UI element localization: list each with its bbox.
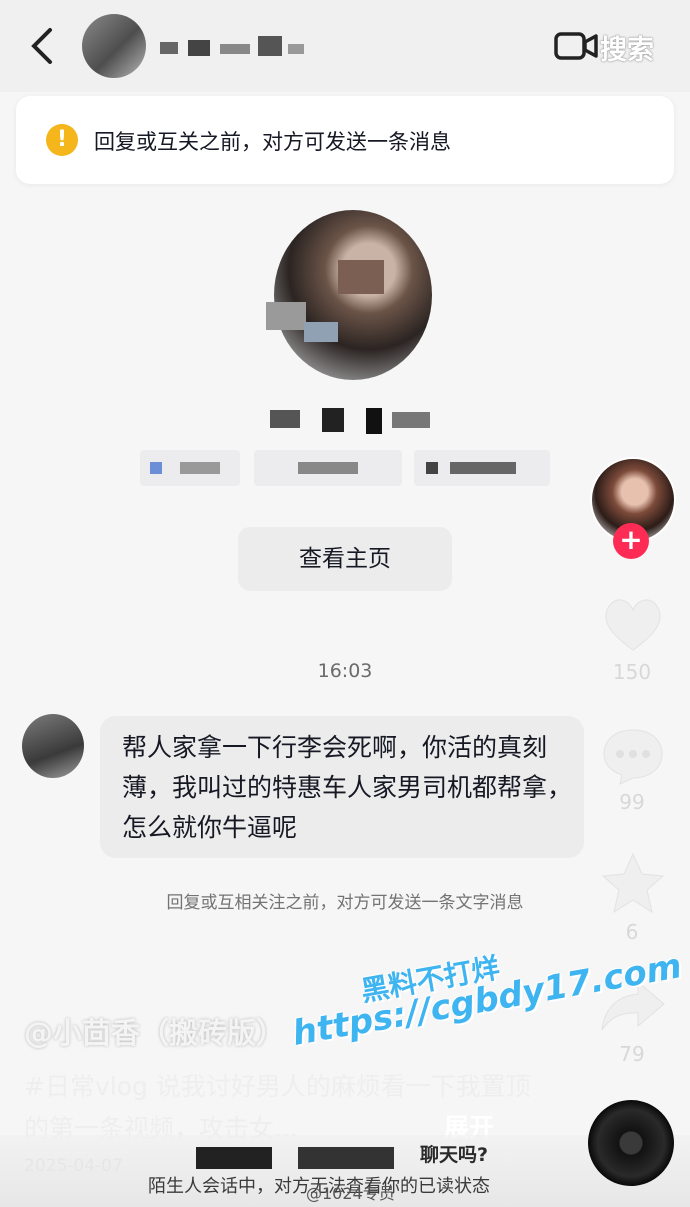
like-heart-icon[interactable] xyxy=(600,594,666,654)
reply-limit-notice: 回复或互相关注之前，对方可发送一条文字消息 xyxy=(166,893,524,913)
video-call-icon[interactable] xyxy=(554,30,598,62)
profile-tag-redacted xyxy=(414,450,550,486)
weibo-watermark: @1024专员 xyxy=(306,1184,395,1203)
profile-avatar[interactable] xyxy=(266,210,432,380)
message-text: 帮人家拿一下行李会死啊，你活的真刻薄，我叫过的特惠车人家男司机都帮拿，怎么就你牛… xyxy=(122,733,573,842)
banner-text: 回复或互关之前，对方可发送一条消息 xyxy=(94,130,451,154)
profile-tag-redacted xyxy=(254,450,402,486)
music-disc-icon[interactable] xyxy=(588,1100,674,1186)
video-author[interactable]: @小茴香（搬砖版） xyxy=(24,1010,285,1052)
sender-avatar[interactable] xyxy=(22,714,84,778)
message-limit-banner: ! 回复或互关之前，对方可发送一条消息 xyxy=(16,96,674,184)
search-link[interactable]: 搜索 xyxy=(600,28,654,67)
message-timestamp: 16:03 xyxy=(317,660,373,682)
warning-icon: ! xyxy=(46,124,78,156)
profile-tag-redacted xyxy=(140,450,240,486)
share-count: 79 xyxy=(619,1042,645,1066)
comment-bubble-icon[interactable] xyxy=(600,726,666,786)
like-count: 150 xyxy=(612,660,652,684)
contact-name-redacted xyxy=(160,30,310,60)
favorite-count: 6 xyxy=(625,920,639,944)
follow-plus-icon[interactable]: + xyxy=(613,523,649,559)
chat-prompt: 聊天吗? xyxy=(420,1144,489,1166)
back-arrow-icon[interactable] xyxy=(24,24,64,68)
profile-name-redacted xyxy=(270,404,434,434)
view-profile-button[interactable]: 查看主页 xyxy=(238,527,452,591)
contact-avatar[interactable] xyxy=(82,14,146,78)
comment-count: 99 xyxy=(619,790,645,814)
